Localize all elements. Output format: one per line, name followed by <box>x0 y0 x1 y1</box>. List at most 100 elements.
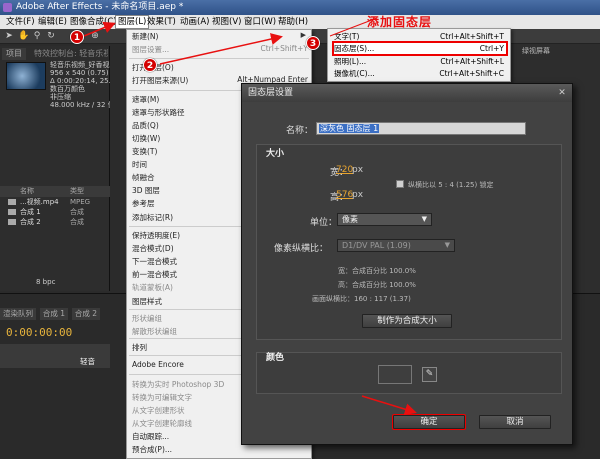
tab-right[interactable]: 绿视屏幕 <box>522 46 550 56</box>
menu-item-label: 轨道蒙板(A) <box>132 283 173 292</box>
submenu-text[interactable]: 文字(T) Ctrl+Alt+Shift+T <box>334 31 506 42</box>
make-comp-size-button[interactable]: 制作为合成大小 <box>362 314 452 328</box>
menu-item-label: 品质(Q) <box>132 121 159 130</box>
submenu-arrow-icon: ▶ <box>300 31 306 39</box>
menu-help[interactable]: 帮助(H) <box>276 16 310 28</box>
pixel-aspect-value: D1/DV PAL (1.09) <box>342 241 411 250</box>
menu-item-label: 遮罩与形状路径 <box>132 108 185 117</box>
project-list: 名称 类型 ...视频.mp4 MPEG 合成 1 合成 合成 2 合成 <box>0 186 110 227</box>
menu-item-label: 时间 <box>132 160 147 169</box>
list-item[interactable]: 合成 2 合成 <box>0 217 110 227</box>
height-value[interactable]: 576 <box>336 190 353 200</box>
list-item[interactable]: ...视频.mp4 MPEG <box>0 197 110 207</box>
menu-edit[interactable]: 编辑(E) <box>36 16 69 28</box>
width-unit: px <box>352 165 364 175</box>
submenu-label: 照明(L)... <box>334 57 367 66</box>
bit-depth-label[interactable]: 8 bpc <box>36 278 55 286</box>
menu-item-label: 参考层 <box>132 199 155 208</box>
submenu-solid[interactable]: 固态层(S)... Ctrl+Y <box>332 41 508 56</box>
submenu-label: 文字(T) <box>334 32 360 41</box>
column-name[interactable]: 名称 <box>20 187 34 195</box>
units-label: 单位： <box>310 218 338 228</box>
submenu-shortcut: Ctrl+Y <box>479 44 504 53</box>
tab-effect-controls[interactable]: 特效控制台: 轻音乐视频_好 <box>30 48 108 60</box>
menu-item-label: 遮罩(M) <box>132 95 160 104</box>
info-line-name: 轻音乐视频_好香视 <box>50 61 110 69</box>
list-item[interactable]: 合成 1 合成 <box>0 207 110 217</box>
menu-item-label: 切换(W) <box>132 134 161 143</box>
timeline-tabs: 渲染队列 合成 1 合成 2 <box>0 308 101 320</box>
width-value[interactable]: 720 <box>336 165 353 175</box>
info-line-audio: 48.000 kHz / 32 位 U <box>50 101 110 109</box>
menu-item-label: 转换为实时 Photoshop 3D <box>132 380 225 389</box>
menu-item-label: 混合模式(D) <box>132 244 174 253</box>
submenu-light[interactable]: 照明(L)... Ctrl+Alt+Shift+L <box>334 56 506 67</box>
aspect-lock-label: 纵横比以 5 : 4 (1.25) 锁定 <box>408 181 494 189</box>
footage-info: 轻音乐视频_好香视 956 x 540 (0.75) Δ 0:00:20:14,… <box>50 61 110 109</box>
menu-window[interactable]: 窗口(W) <box>242 16 278 28</box>
aspect-lock-checkbox[interactable] <box>396 180 404 188</box>
step-marker-2: 2 <box>143 58 157 72</box>
close-icon[interactable]: ✕ <box>556 87 568 99</box>
menu-item-label: 3D 图层 <box>132 186 160 195</box>
name-field[interactable]: 深灰色 固态层 1 <box>316 122 526 135</box>
cancel-button[interactable]: 取消 <box>479 415 551 429</box>
rotate-tool-icon[interactable]: ↻ <box>46 31 56 41</box>
tab-project[interactable]: 项目 <box>2 48 26 60</box>
window-title: Adobe After Effects - 未命名项目.aep * <box>16 2 184 12</box>
chevron-down-icon: ▼ <box>444 241 450 249</box>
color-swatch[interactable] <box>378 365 412 384</box>
menu-item-label: 从文字创建形状 <box>132 406 185 415</box>
menu-effect[interactable]: 效果(T) <box>145 16 178 28</box>
menu-separator <box>129 58 309 59</box>
submenu-shortcut: Ctrl+Alt+Shift+C <box>439 69 504 78</box>
tab-comp-2[interactable]: 合成 2 <box>71 308 101 320</box>
zoom-tool-icon[interactable]: ⚲ <box>32 31 42 41</box>
submenu-shortcut: Ctrl+Alt+Shift+T <box>440 32 504 41</box>
eyedropper-icon[interactable]: ✎ <box>422 367 437 382</box>
color-section-title: 颜色 <box>266 353 285 363</box>
column-type[interactable]: 类型 <box>70 186 84 197</box>
menu-item-label: 新建(N) <box>132 32 159 41</box>
units-value: 像素 <box>342 215 358 224</box>
menu-item-label: 预合成(P)... <box>132 445 173 454</box>
pan-behind-tool-icon[interactable]: ⊕ <box>90 31 100 41</box>
selection-tool-icon[interactable]: ➤ <box>4 31 14 41</box>
dialog-title: 固态层设置 ✕ <box>242 84 572 102</box>
hand-tool-icon[interactable]: ✋ <box>18 31 29 41</box>
tab-comp-1[interactable]: 合成 1 <box>39 308 69 320</box>
pixel-aspect-select[interactable]: D1/DV PAL (1.09) ▼ <box>337 239 455 252</box>
menu-file[interactable]: 文件(F) <box>4 16 37 28</box>
menu-item-label: 图层样式 <box>132 297 162 306</box>
menu-item-label: 添加标记(R) <box>132 213 174 222</box>
current-time[interactable]: 0:00:00:00 <box>6 326 72 339</box>
menu-composition[interactable]: 图像合成(C) <box>68 16 119 28</box>
menu-item-label: 排列 <box>132 343 147 352</box>
menu-item-label: 帧融合 <box>132 173 155 182</box>
menu-item-label: 解散形状编组 <box>132 327 177 336</box>
layer-menu-item[interactable]: 新建(N) ▶ <box>127 31 311 42</box>
composition-icon <box>8 219 16 225</box>
step-marker-3: 3 <box>306 36 320 50</box>
units-select[interactable]: 像素 ▼ <box>337 213 432 226</box>
menu-item-label: 变换(T) <box>132 147 158 156</box>
menu-layer[interactable]: 图层(L) <box>114 15 150 29</box>
timeline-layer-header <box>0 344 110 356</box>
menu-view[interactable]: 视图(V) <box>210 16 243 28</box>
timeline-layer-row[interactable]: 轻音 <box>0 356 110 368</box>
layer-menu-item[interactable]: 预合成(P)... <box>127 444 311 455</box>
menu-animation[interactable]: 动画(A) <box>178 16 211 28</box>
ok-button[interactable]: 确定 <box>392 414 466 430</box>
project-list-header: 名称 类型 <box>0 186 110 197</box>
tab-render-queue[interactable]: 渲染队列 <box>0 308 36 320</box>
item-kind: 合成 <box>70 208 84 216</box>
footage-icon <box>8 199 16 205</box>
menu-item-label: 形状编组 <box>132 314 162 323</box>
info-line-size: 956 x 540 (0.75) <box>50 69 109 77</box>
app-root: Adobe After Effects - 未命名项目.aep * 文件(F) … <box>0 0 600 459</box>
submenu-camera[interactable]: 摄像机(C)... Ctrl+Alt+Shift+C <box>334 68 506 79</box>
submenu-shortcut: Ctrl+Alt+Shift+L <box>440 57 504 66</box>
submenu-label: 固态层(S)... <box>334 44 375 53</box>
item-kind: 合成 <box>70 218 84 226</box>
menu-item-label: 打开图层来源(U) <box>132 76 189 85</box>
